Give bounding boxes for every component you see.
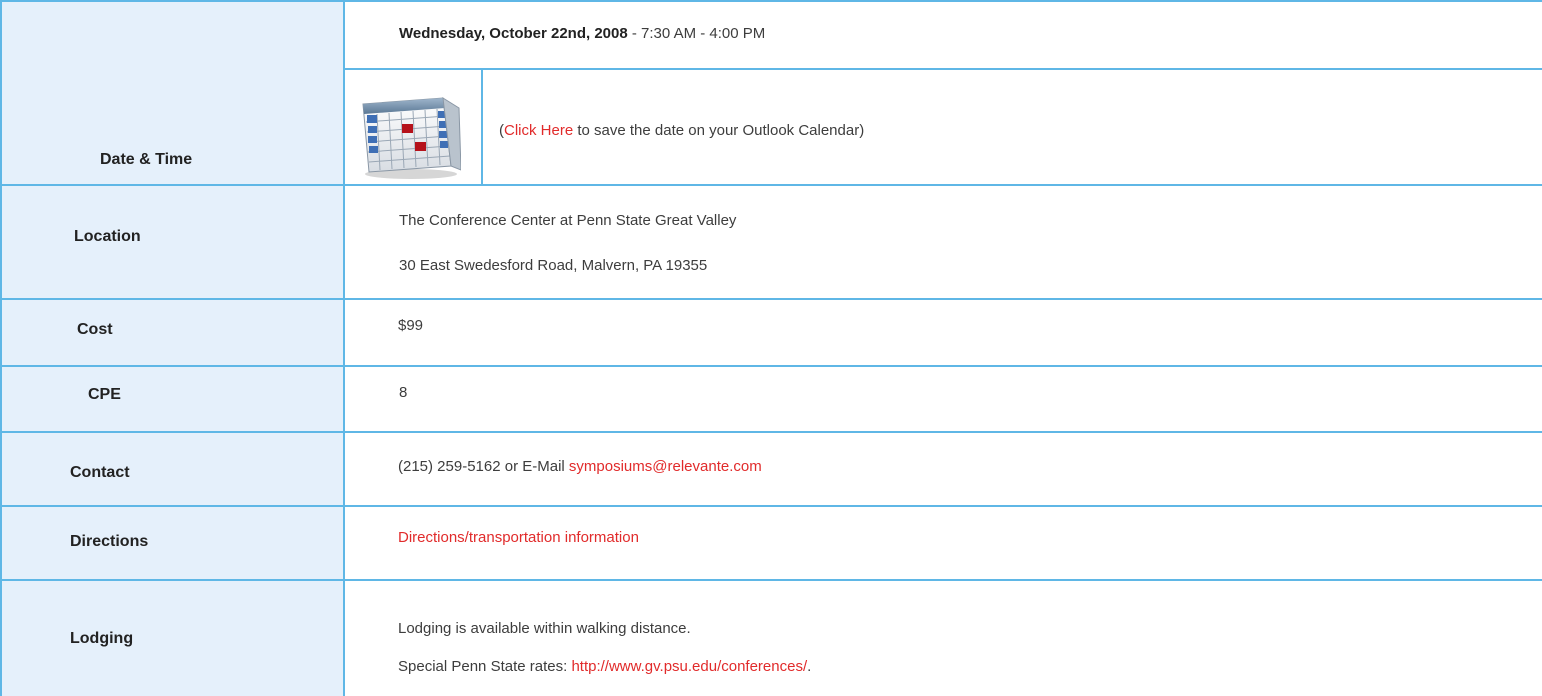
lodging-rates-prefix: Special Penn State rates: [398, 658, 572, 675]
row-divider [0, 579, 1542, 581]
row-divider [0, 431, 1542, 433]
cost-value: $99 [398, 317, 424, 334]
label-location: Location [74, 228, 141, 245]
email-link[interactable]: symposiums@relevante.com [569, 458, 762, 475]
lodging-rates-suffix: . [807, 658, 812, 675]
event-date: Wednesday, October 22nd, 2008 [399, 25, 628, 42]
label-cpe: CPE [88, 386, 121, 403]
table-border-left [0, 0, 2, 696]
event-time: - 7:30 AM - 4:00 PM [627, 25, 766, 42]
location-address: 30 East Swedesford Road, Malvern, PA 193… [399, 257, 708, 274]
lodging-availability: Lodging is available within walking dist… [398, 620, 691, 637]
column-divider [343, 0, 345, 696]
label-date-time: Date & Time [100, 151, 193, 168]
contact-phone: (215) 259-5162 or E-Mail [398, 458, 569, 475]
label-cost: Cost [77, 321, 113, 338]
label-contact: Contact [70, 464, 130, 481]
click-here-link[interactable]: Click Here [504, 122, 573, 139]
penn-state-rates-link[interactable]: http://www.gv.psu.edu/conferences/ [571, 658, 807, 675]
row-divider [0, 505, 1542, 507]
lodging-rates: Special Penn State rates: http://www.gv.… [398, 658, 811, 675]
row-divider [0, 298, 1542, 300]
location-venue: The Conference Center at Penn State Grea… [399, 212, 737, 229]
row-divider [0, 365, 1542, 367]
label-column [0, 0, 344, 696]
cpe-value: 8 [399, 384, 408, 401]
directions-link[interactable]: Directions/transportation information [398, 529, 639, 546]
label-lodging: Lodging [70, 630, 134, 647]
calendar-save-rest: to save the date on your Outlook Calenda… [573, 122, 865, 139]
calendar-cell-divider [481, 69, 483, 186]
contact-info: (215) 259-5162 or E-Mail symposiums@rele… [398, 458, 762, 475]
calendar-icon[interactable] [353, 78, 461, 182]
event-date-time: Wednesday, October 22nd, 2008 - 7:30 AM … [399, 25, 765, 42]
label-directions: Directions [70, 533, 149, 550]
row-divider [0, 184, 1542, 186]
event-info-table: Date & Time Wednesday, October 22nd, 200… [0, 0, 1542, 696]
date-inner-divider [344, 68, 1542, 70]
table-border-top [0, 0, 1542, 2]
calendar-save-text: (Click Here to save the date on your Out… [499, 122, 864, 139]
